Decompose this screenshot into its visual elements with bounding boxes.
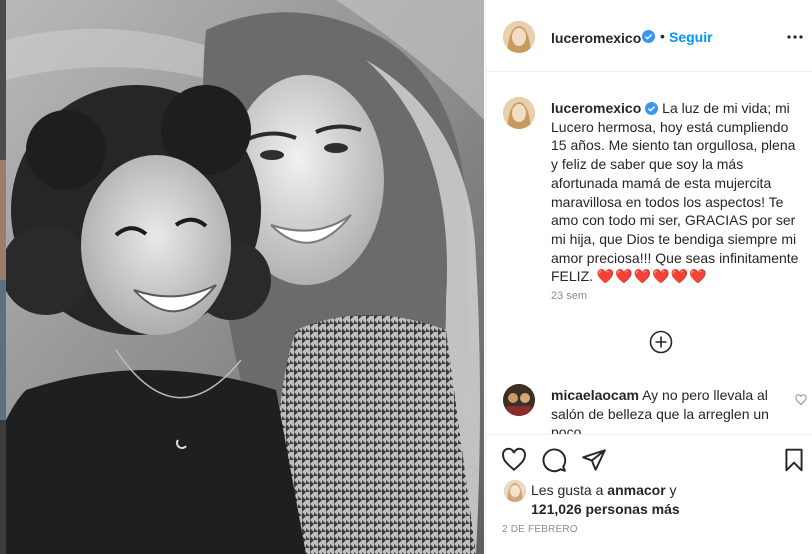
more-options-icon[interactable] bbox=[787, 34, 803, 40]
separator-dot: • bbox=[660, 28, 665, 44]
caption-author-avatar[interactable] bbox=[503, 97, 535, 129]
author-avatar[interactable] bbox=[503, 21, 535, 53]
caption-username[interactable]: luceromexico bbox=[551, 100, 641, 116]
heart-icon[interactable] bbox=[501, 447, 527, 473]
liker-avatar[interactable] bbox=[504, 480, 526, 502]
caption-text: luceromexico La luz de mi vida; mi Lucer… bbox=[551, 99, 804, 286]
verified-badge-icon bbox=[642, 30, 655, 43]
paper-plane-icon[interactable] bbox=[581, 447, 607, 473]
likes-conjunction: y bbox=[669, 482, 677, 498]
comment-item: micaelaocam Ay no pero llevala al salón … bbox=[486, 380, 812, 435]
post-side-panel: luceromexico • Seguir luceromexico La lu… bbox=[485, 0, 812, 554]
likes-text: Les gusta a anmacor y 121,026 personas m… bbox=[531, 481, 680, 519]
post-photo[interactable] bbox=[6, 0, 484, 554]
plus-circle-icon[interactable] bbox=[649, 330, 673, 354]
comment-bubble-icon[interactable] bbox=[541, 447, 567, 473]
comment-like-heart-icon[interactable] bbox=[795, 394, 807, 406]
photo-illustration bbox=[6, 0, 484, 554]
post-header: luceromexico • Seguir bbox=[486, 0, 812, 72]
bookmark-icon[interactable] bbox=[781, 447, 807, 473]
follow-button[interactable]: Seguir bbox=[669, 29, 713, 45]
likes-count[interactable]: 121,026 personas más bbox=[531, 501, 680, 517]
author-username[interactable]: luceromexico bbox=[551, 30, 641, 46]
commenter-avatar[interactable] bbox=[503, 384, 535, 416]
comment-text: micaelaocam Ay no pero llevala al salón … bbox=[551, 386, 786, 435]
caption-body: La luz de mi vida; mi Lucero hermosa, ho… bbox=[551, 100, 799, 285]
verified-badge-icon bbox=[645, 102, 659, 115]
caption-hearts: ❤️❤️❤️❤️❤️❤️ bbox=[596, 268, 708, 285]
post-actions-bar bbox=[486, 434, 812, 484]
liker-username[interactable]: anmacor bbox=[607, 482, 665, 498]
commenter-username[interactable]: micaelaocam bbox=[551, 387, 639, 403]
post-caption: luceromexico La luz de mi vida; mi Lucer… bbox=[486, 72, 812, 312]
post-date[interactable]: 2 DE FEBRERO bbox=[502, 524, 578, 535]
likes-prefix: Les gusta a bbox=[531, 482, 604, 498]
likes-summary: Les gusta a anmacor y 121,026 personas m… bbox=[486, 478, 812, 518]
caption-timestamp[interactable]: 23 sem bbox=[551, 290, 587, 302]
